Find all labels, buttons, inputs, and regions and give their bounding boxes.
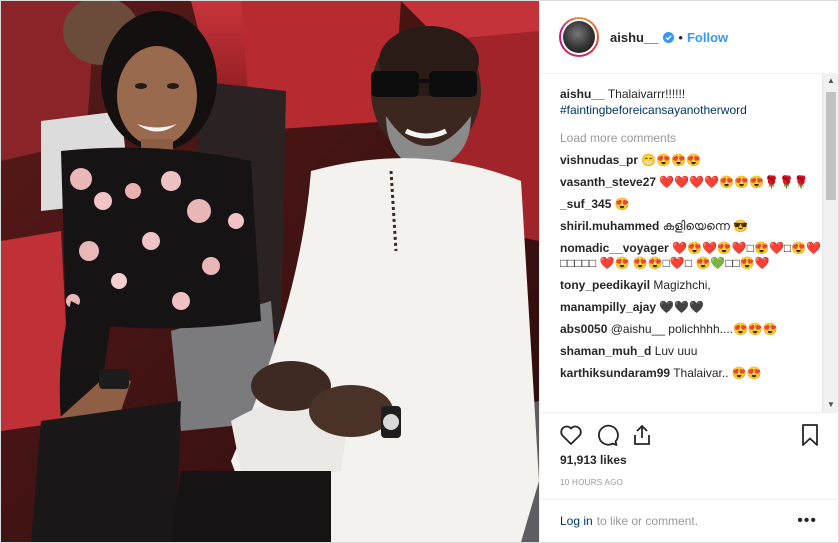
comment-username[interactable]: manampilly_ajay [560, 300, 656, 314]
comment-item: nomadic__voyager ❤️😍❤️😍❤️□😍❤️□😍❤️□□□□□ ❤… [560, 241, 825, 271]
comment-text: 🖤🖤🖤 [659, 300, 705, 314]
post-details-panel: aishu__ • Follow aishu__ Thalaivarrr!!!!… [539, 1, 839, 542]
more-options-icon[interactable]: ••• [797, 512, 817, 530]
comment-username[interactable]: tony_peedikayil [560, 278, 650, 292]
bookmark-icon[interactable] [798, 423, 822, 447]
post-timestamp[interactable]: 10 HOURS AGO [560, 478, 623, 487]
post-header: aishu__ • Follow [540, 1, 839, 74]
comment-text: Thalaivar.. 😍😍 [673, 366, 762, 380]
comment-text: @aishu__ polichhhh....😍😍😍 [610, 322, 778, 336]
post-caption: aishu__ Thalaivarrr!!!!!! #faintingbefor… [560, 86, 825, 118]
avatar[interactable] [559, 17, 599, 57]
comment-username[interactable]: shiril.muhammed [560, 219, 659, 233]
comment-username[interactable]: vasanth_steve27 [560, 175, 656, 189]
follow-button[interactable]: Follow [687, 30, 728, 45]
separator-dot: • [678, 29, 683, 45]
comment-username[interactable]: shaman_muh_d [560, 344, 651, 358]
comment-item: vasanth_steve27 ❤️❤️❤️❤️😍😍😍🌹🌹🌹 [560, 175, 825, 190]
comment-item: tony_peedikayil Magizhchi, [560, 278, 825, 293]
login-link[interactable]: Log in [560, 514, 593, 528]
caption-username[interactable]: aishu__ [560, 87, 605, 101]
photo-illustration [1, 1, 539, 542]
instagram-post: aishu__ • Follow aishu__ Thalaivarrr!!!!… [0, 0, 839, 543]
avatar-image [563, 21, 595, 53]
comment-item: vishnudas_pr 😁😍😍😍 [560, 153, 825, 168]
likes-count[interactable]: 91,913 likes [560, 453, 627, 467]
comment-text: Magizhchi, [653, 278, 711, 292]
heart-icon[interactable] [559, 423, 583, 447]
comment-text: Luv uuu [654, 344, 698, 358]
scroll-down-arrow-icon[interactable]: ▼ [823, 398, 839, 412]
load-more-comments-button[interactable]: Load more comments [560, 130, 825, 146]
comment-item: shiril.muhammed കളിയെന്നെ 😎 [560, 219, 825, 234]
username-link[interactable]: aishu__ [610, 30, 658, 45]
verified-badge-icon [663, 31, 675, 43]
comment-item: shaman_muh_d Luv uuu [560, 344, 825, 359]
comment-item: manampilly_ajay 🖤🖤🖤 [560, 300, 825, 315]
comment-text: 😍 [614, 197, 630, 211]
post-actions: 91,913 likes 10 HOURS AGO [540, 412, 839, 500]
comments-scrollbar[interactable]: ▲ ▼ [822, 74, 838, 412]
comment-item: karthiksundaram99 Thalaivar.. 😍😍 [560, 366, 825, 381]
caption-text: Thalaivarrr!!!!!! [607, 87, 686, 101]
comment-item: _suf_345 😍 [560, 197, 825, 212]
caption-hashtag[interactable]: #faintingbeforeicansayanotherword [560, 103, 747, 117]
comment-username[interactable]: vishnudas_pr [560, 153, 638, 167]
comment-username[interactable]: _suf_345 [560, 197, 611, 211]
share-icon[interactable] [630, 423, 654, 447]
comment-item: abs0050 @aishu__ polichhhh....😍😍😍 [560, 322, 825, 337]
comment-username[interactable]: abs0050 [560, 322, 607, 336]
comment-username[interactable]: nomadic__voyager [560, 241, 669, 255]
comment-text: 😁😍😍😍 [641, 153, 702, 167]
comment-text: ❤️❤️❤️❤️😍😍😍🌹🌹🌹 [659, 175, 809, 189]
comment-icon[interactable] [595, 423, 619, 447]
post-footer: Log in to like or comment. ••• [540, 499, 839, 542]
scroll-up-arrow-icon[interactable]: ▲ [823, 74, 839, 88]
post-photo[interactable] [1, 1, 539, 542]
comments-list[interactable]: aishu__ Thalaivarrr!!!!!! #faintingbefor… [540, 74, 839, 412]
comment-text: കളിയെന്നെ 😎 [662, 219, 749, 233]
comment-username[interactable]: karthiksundaram99 [560, 366, 670, 380]
login-prompt-text: to like or comment. [596, 514, 699, 528]
scroll-thumb[interactable] [826, 92, 836, 200]
